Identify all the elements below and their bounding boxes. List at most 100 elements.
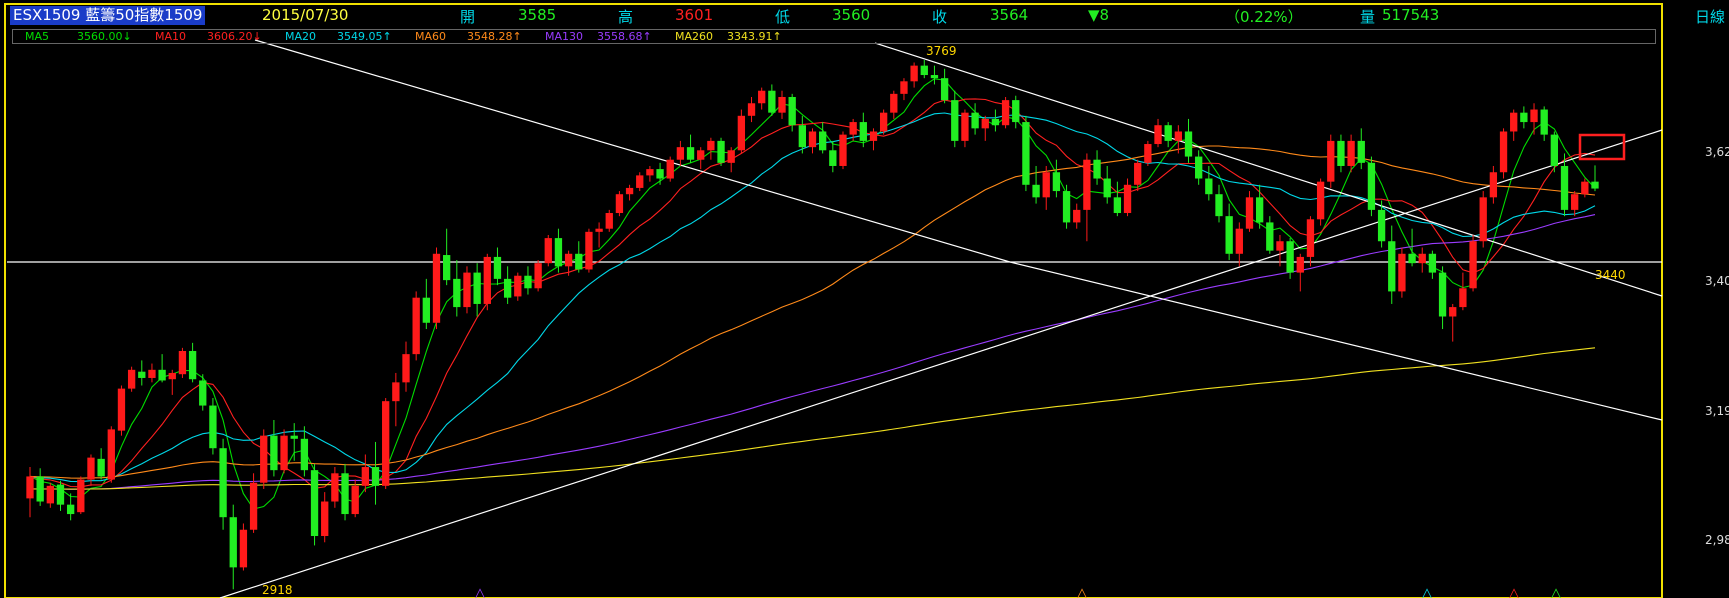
candle-body (1398, 253, 1406, 292)
candle-body (1042, 172, 1050, 198)
candle-body (1032, 184, 1040, 198)
candle-body (46, 485, 54, 504)
candle-body (66, 504, 75, 515)
candle-body (473, 272, 481, 304)
candle-body (412, 297, 420, 355)
candle-body (920, 65, 928, 76)
candle-body (890, 93, 898, 113)
candle-body (940, 78, 949, 101)
ma10-label: MA10 (155, 30, 187, 43)
ma5-value: 3560.00↓ (77, 30, 132, 43)
candle-body (879, 112, 888, 132)
candle-body (1418, 253, 1426, 264)
candle-body (524, 275, 532, 289)
candle-body (1134, 162, 1142, 185)
candle-body (1530, 109, 1538, 123)
candle-body (97, 458, 105, 477)
candle-body (117, 388, 126, 431)
ma130-label: MA130 (545, 30, 584, 43)
candle-body (1347, 140, 1355, 166)
candle-body (26, 476, 34, 499)
candle-body (463, 272, 471, 308)
ma20-label: MA20 (285, 30, 317, 43)
candle-body (819, 131, 827, 151)
candle-body (1581, 181, 1589, 195)
candle-body (422, 297, 430, 323)
trendline-lower-channel (1009, 261, 1663, 421)
candle-body (1012, 100, 1020, 123)
y-tick-label: 3,195 (1705, 404, 1729, 418)
candle-body (1103, 178, 1111, 198)
candle-body (849, 122, 857, 135)
candle-body (1276, 241, 1284, 251)
candle-body (1022, 122, 1030, 185)
candle-body (585, 231, 593, 270)
signal-marker-triangle: △ (474, 584, 486, 598)
candle-body (615, 194, 624, 214)
ma130-value: 3558.68↑ (597, 30, 652, 43)
candle-body (199, 380, 207, 406)
candle-body (158, 369, 166, 381)
candle-body (1215, 194, 1223, 217)
candle-body (514, 275, 522, 297)
candle-body (1093, 159, 1101, 179)
period-label[interactable]: 日線 (1695, 6, 1725, 27)
candle-body (503, 278, 512, 298)
candle-body (727, 150, 735, 163)
candle-body (961, 112, 969, 141)
candle-body (300, 438, 309, 471)
candle-body (36, 476, 44, 502)
trendline-upper-1 (254, 39, 1011, 263)
candle-body (77, 479, 85, 513)
candle-body (1266, 222, 1274, 251)
candle-body (1327, 140, 1335, 182)
high-label: 高 (618, 8, 634, 26)
volume-value: 517543 (1382, 6, 1440, 24)
candle-body (351, 485, 359, 515)
candle-body (666, 159, 674, 179)
signal-marker-triangle: △ (1421, 584, 1433, 598)
y-tick-label: 3,408 (1705, 274, 1729, 288)
candle-body (1164, 125, 1172, 141)
candlestick-chart[interactable]: △ △ △ △ △ (0, 0, 1729, 598)
candle-body (1286, 241, 1294, 273)
trendline-support (219, 129, 1663, 598)
candle-body (1571, 194, 1579, 210)
candle-body (56, 484, 65, 505)
candle-body (1449, 307, 1457, 317)
highlight-box[interactable] (1578, 133, 1626, 161)
open-label: 開 (460, 8, 476, 26)
candles (26, 59, 1599, 590)
symbol-title[interactable]: ESX1509 藍籌50指數1509 (10, 6, 206, 25)
candle-body (1428, 253, 1437, 273)
candle-body (686, 147, 695, 160)
candle-body (1337, 140, 1345, 166)
ma260-value: 3343.91↑ (727, 30, 782, 43)
candle-body (991, 118, 1000, 126)
candle-body (209, 405, 217, 449)
candle-body (361, 467, 370, 486)
candle-body (239, 529, 248, 568)
candle-body (493, 256, 502, 279)
candle-body (1225, 216, 1233, 254)
candle-body (1184, 131, 1193, 157)
candle-body (646, 169, 654, 176)
candle-body (788, 96, 796, 126)
candle-body (1438, 272, 1447, 317)
candle-body (1316, 181, 1325, 220)
candle-body (930, 75, 939, 79)
candle-body (249, 482, 258, 530)
ma-line-ma20 (29, 112, 1596, 483)
candle-body (392, 382, 400, 402)
candle-body (229, 517, 237, 568)
change-value: ▼8 (1088, 6, 1110, 24)
candle-body (1001, 100, 1010, 126)
candle-body (107, 429, 115, 480)
candle-body (1550, 134, 1559, 166)
candle-body (402, 354, 410, 383)
candle-body (1388, 241, 1396, 292)
candle-body (636, 175, 644, 188)
candle-body (1052, 172, 1061, 192)
candle-body (1377, 209, 1386, 242)
candle-body (1520, 112, 1528, 123)
